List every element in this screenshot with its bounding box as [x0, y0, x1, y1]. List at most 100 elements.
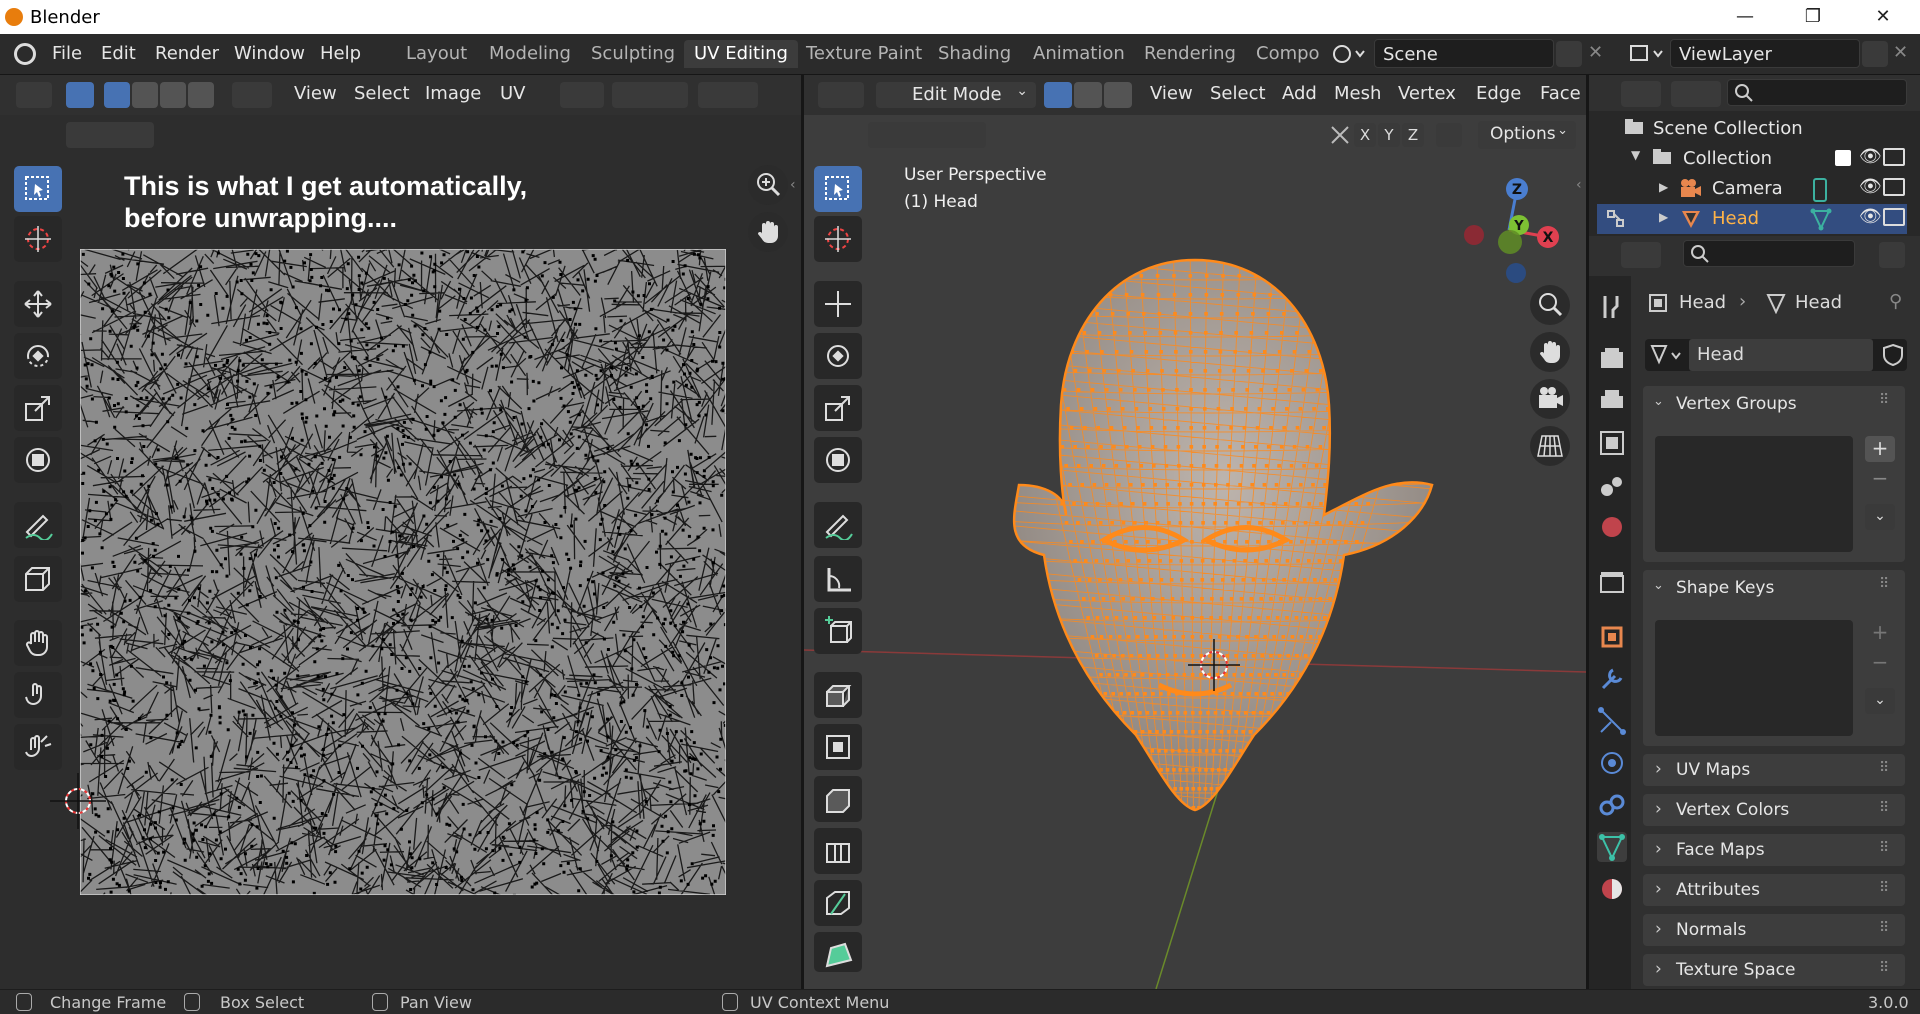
uv-menu-uv[interactable]: UV — [500, 83, 526, 104]
outliner-item-camera[interactable]: ▶ Camera 👁 — [1597, 174, 1907, 204]
scene-selector-icon[interactable] — [1330, 42, 1366, 66]
sticky-select-icon[interactable] — [232, 82, 272, 108]
vertex-groups-title[interactable]: Vertex Groups — [1676, 394, 1797, 414]
new-scene-icon[interactable] — [1556, 41, 1582, 67]
tool-tab-icon[interactable] — [1597, 292, 1627, 322]
pin-icon[interactable]: ⚲ — [1889, 291, 1902, 312]
close-window-button[interactable]: ✕ — [1853, 0, 1913, 34]
tab-rendering[interactable]: Rendering — [1134, 40, 1246, 68]
uv-menu-select[interactable]: Select — [354, 83, 410, 104]
uv-pan-icon[interactable] — [748, 212, 788, 252]
pivot-icon[interactable] — [560, 82, 604, 108]
uv-menu-view[interactable]: View — [294, 83, 337, 104]
tab-texture-paint[interactable]: Texture Paint — [796, 40, 932, 68]
output-tab-icon[interactable] — [1597, 386, 1627, 416]
uv-zoom-icon[interactable] — [748, 165, 788, 205]
island-select-icon[interactable] — [188, 82, 214, 108]
tab-layout[interactable]: Layout — [396, 40, 477, 68]
remove-vertex-group-icon[interactable]: − — [1865, 466, 1895, 492]
new-viewlayer-icon[interactable] — [1862, 41, 1888, 67]
tool-annotate[interactable] — [14, 502, 62, 548]
panel-texture-space[interactable]: › Texture Space ⠿ — [1643, 954, 1905, 986]
viewlayer-selector-icon[interactable] — [1628, 42, 1664, 66]
outliner-item-head[interactable]: ▶ Head 👁 — [1597, 204, 1907, 234]
menu-edit[interactable]: Edit — [101, 43, 136, 64]
blender-menu-icon[interactable] — [14, 43, 36, 65]
outliner-editor-type-icon[interactable] — [1621, 81, 1661, 107]
properties-editor-type-icon[interactable] — [1621, 242, 1661, 268]
menu-window[interactable]: Window — [234, 43, 305, 64]
outliner-collection[interactable]: ▼ Collection 👁 — [1597, 144, 1907, 174]
tab-animation[interactable]: Animation — [1023, 40, 1135, 68]
shape-keys-list[interactable] — [1655, 620, 1853, 736]
shape-key-specials-icon[interactable]: ⌄ — [1865, 688, 1895, 714]
mesh-datablock-field[interactable]: Head — [1645, 339, 1907, 371]
physics-tab-icon[interactable] — [1597, 748, 1627, 778]
visibility-eye-icon[interactable]: 👁 — [1859, 146, 1882, 167]
uv-menu-image[interactable]: Image — [425, 83, 481, 104]
tab-sculpting[interactable]: Sculpting — [581, 40, 685, 68]
exclude-checkbox[interactable] — [1835, 150, 1851, 166]
vertex-groups-list[interactable] — [1655, 436, 1853, 552]
collection-tab-icon[interactable] — [1597, 568, 1627, 598]
display-mode-icon[interactable] — [1671, 81, 1721, 107]
select-mode-buttons[interactable] — [66, 122, 154, 148]
outliner-search-input[interactable] — [1727, 79, 1907, 106]
add-shape-key-icon[interactable]: + — [1865, 620, 1895, 646]
panel-uv-maps[interactable]: › UV Maps ⠿ — [1643, 754, 1905, 786]
uv-sidebar-toggle-icon[interactable]: ‹ — [790, 177, 796, 193]
properties-search-input[interactable] — [1683, 240, 1855, 267]
tab-compositing[interactable]: Compo — [1246, 40, 1330, 68]
tool-transform[interactable] — [14, 437, 62, 483]
restore-button[interactable]: ❐ — [1783, 0, 1843, 34]
minimize-button[interactable]: — — [1715, 0, 1775, 34]
vertex-select-icon[interactable] — [104, 82, 130, 108]
tool-cursor[interactable] — [14, 216, 62, 262]
outliner-scene-collection[interactable]: Scene Collection — [1597, 114, 1907, 144]
particles-tab-icon[interactable] — [1597, 706, 1627, 736]
panel-attributes[interactable]: › Attributes ⠿ — [1643, 874, 1905, 906]
face-select-icon[interactable] — [160, 82, 186, 108]
proportional-edit-icon[interactable] — [698, 82, 758, 108]
menu-render[interactable]: Render — [155, 43, 219, 64]
visibility-eye-icon[interactable]: 👁 — [1859, 206, 1882, 227]
modifier-tab-icon[interactable] — [1597, 664, 1627, 694]
editor-type-icon[interactable] — [16, 82, 52, 108]
object-tab-icon[interactable] — [1597, 622, 1627, 652]
edge-select-icon[interactable] — [132, 82, 158, 108]
tab-shading[interactable]: Shading — [928, 40, 1021, 68]
render-camera-icon[interactable] — [1883, 208, 1905, 226]
constraints-tab-icon[interactable] — [1597, 790, 1627, 820]
shape-keys-title[interactable]: Shape Keys — [1676, 578, 1774, 598]
panel-face-maps[interactable]: › Face Maps ⠿ — [1643, 834, 1905, 866]
snap-icon[interactable] — [612, 82, 688, 108]
remove-shape-key-icon[interactable]: − — [1865, 650, 1895, 676]
remove-viewlayer-icon[interactable]: ✕ — [1893, 42, 1908, 63]
render-tab-icon[interactable] — [1597, 344, 1627, 374]
head-mesh[interactable] — [804, 75, 1586, 989]
render-camera-icon[interactable] — [1883, 178, 1905, 196]
properties-options-icon[interactable] — [1879, 242, 1905, 268]
material-tab-icon[interactable] — [1597, 874, 1627, 904]
panel-normals[interactable]: › Normals ⠿ — [1643, 914, 1905, 946]
tool-grab[interactable] — [14, 620, 62, 666]
scene-tab-icon[interactable] — [1597, 470, 1627, 500]
tool-select-box[interactable] — [14, 166, 62, 212]
tool-rotate[interactable] — [14, 333, 62, 379]
tab-uv-editing[interactable]: UV Editing — [684, 40, 798, 68]
tool-scale[interactable] — [14, 385, 62, 431]
menu-file[interactable]: File — [52, 43, 82, 64]
uv-mesh-canvas[interactable] — [80, 249, 726, 895]
remove-scene-icon[interactable]: ✕ — [1588, 42, 1603, 63]
tool-relax[interactable] — [14, 672, 62, 718]
world-tab-icon[interactable] — [1597, 512, 1627, 542]
uv-sync-icon[interactable] — [66, 82, 94, 108]
tool-pinch[interactable] — [14, 724, 62, 770]
panel-vertex-colors[interactable]: › Vertex Colors ⠿ — [1643, 794, 1905, 826]
vertex-group-specials-icon[interactable]: ⌄ — [1865, 504, 1895, 530]
visibility-eye-icon[interactable]: 👁 — [1859, 176, 1882, 197]
add-vertex-group-icon[interactable]: + — [1865, 436, 1895, 462]
mesh-data-tab-icon[interactable] — [1597, 832, 1627, 862]
viewlayer-name-field[interactable]: ViewLayer — [1670, 39, 1860, 68]
tool-move[interactable] — [14, 281, 62, 327]
